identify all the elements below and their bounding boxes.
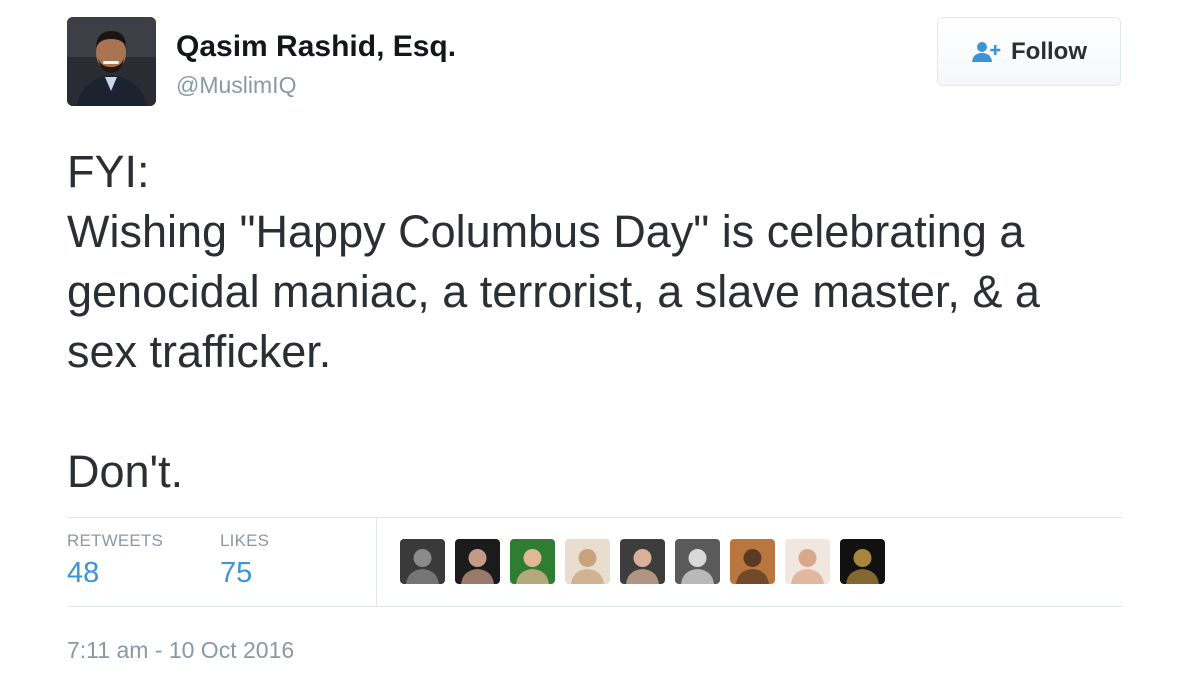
author-display-name[interactable]: Qasim Rashid, Esq. — [176, 30, 456, 64]
tweet-card: Qasim Rashid, Esq. @MuslimIQ Follow FYI:… — [0, 0, 1200, 675]
tweet-text-line: FYI: — [67, 146, 150, 197]
tweet-text-line: Don't. — [67, 446, 184, 497]
likes-stat[interactable]: LIKES 75 — [220, 531, 269, 590]
avatar-image — [67, 17, 156, 106]
follow-button-label: Follow — [1011, 37, 1087, 65]
liker-avatar[interactable] — [785, 539, 830, 584]
stats-divider-bottom — [67, 606, 1123, 607]
retweets-stat[interactable]: RETWEETS 48 — [67, 531, 163, 590]
add-user-icon — [971, 41, 1003, 63]
retweets-count[interactable]: 48 — [67, 557, 163, 590]
liker-avatar[interactable] — [400, 539, 445, 584]
tweet-timestamp[interactable]: 7:11 am - 10 Oct 2016 — [67, 637, 294, 664]
liker-avatar[interactable] — [730, 539, 775, 584]
liker-avatar[interactable] — [840, 539, 885, 584]
liker-avatar[interactable] — [510, 539, 555, 584]
follow-button[interactable]: Follow — [937, 17, 1121, 86]
tweet-text: FYI: Wishing "Happy Columbus Day" is cel… — [67, 142, 1147, 502]
likes-label: LIKES — [220, 531, 270, 550]
tweet-text-line: Wishing "Happy Columbus Day" is celebrat… — [67, 206, 1025, 257]
author-handle[interactable]: @MuslimIQ — [176, 72, 296, 99]
stats-divider-top — [67, 517, 1123, 518]
tweet-text-line: sex trafficker. — [67, 326, 332, 377]
tweet-text-line: genocidal maniac, a terrorist, a slave m… — [67, 266, 1040, 317]
liker-avatar[interactable] — [675, 539, 720, 584]
liker-avatar[interactable] — [565, 539, 610, 584]
liker-avatar[interactable] — [455, 539, 500, 584]
retweets-label: RETWEETS — [67, 531, 164, 550]
likers-avatar-list — [400, 539, 885, 584]
liker-avatar[interactable] — [620, 539, 665, 584]
author-avatar[interactable] — [67, 17, 156, 106]
likes-count[interactable]: 75 — [220, 557, 269, 590]
stats-divider-vertical — [376, 517, 377, 606]
